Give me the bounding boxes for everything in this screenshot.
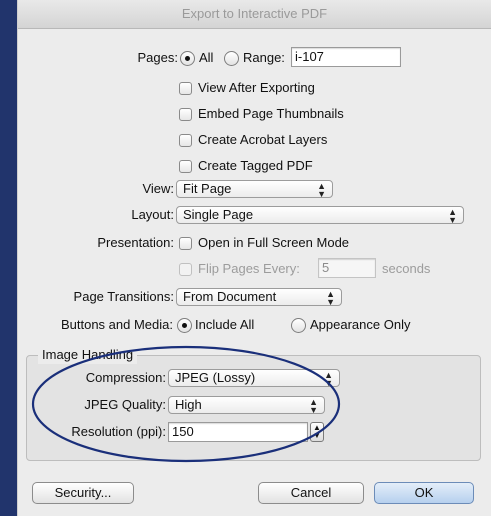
pages-range-radio[interactable] [224, 51, 239, 66]
security-button[interactable]: Security... [32, 482, 134, 504]
pages-all-radio[interactable] [180, 51, 195, 66]
image-handling-title: Image Handling [38, 346, 138, 364]
buttons-media-label: Buttons and Media: [60, 317, 173, 332]
updown-arrows-icon: ▲ ▼ [326, 289, 335, 307]
pages-range-input[interactable]: i-107 [291, 47, 401, 67]
create-tagged-pdf-label: Create Tagged PDF [198, 158, 313, 173]
layout-popup[interactable]: Single Page ▲ ▼ [176, 206, 464, 225]
view-label: View: [142, 181, 174, 196]
create-tagged-pdf-checkbox[interactable] [179, 160, 192, 173]
page-transitions-value: From Document [183, 289, 277, 304]
embed-page-thumbnails-label: Embed Page Thumbnails [198, 106, 344, 121]
compression-popup[interactable]: JPEG (Lossy) ▲ ▼ [168, 369, 340, 388]
include-all-label: Include All [195, 317, 255, 332]
compression-label: Compression: [85, 370, 166, 385]
dialog-title: Export to Interactive PDF [18, 0, 491, 29]
compression-value: JPEG (Lossy) [175, 370, 256, 385]
jpeg-quality-label: JPEG Quality: [84, 397, 166, 412]
stepper-arrows-icon: ▲ ▼ [313, 423, 321, 440]
updown-arrows-icon: ▲ ▼ [448, 207, 457, 225]
resolution-input[interactable]: 150 [168, 422, 308, 442]
updown-arrows-icon: ▲ ▼ [309, 397, 318, 415]
jpeg-quality-value: High [175, 397, 202, 412]
appearance-only-label: Appearance Only [310, 317, 411, 332]
updown-arrows-icon: ▲ ▼ [324, 370, 333, 388]
pages-range-label: Range: [243, 50, 285, 65]
presentation-label: Presentation: [97, 235, 174, 250]
cancel-button[interactable]: Cancel [258, 482, 364, 504]
layout-popup-value: Single Page [183, 207, 254, 222]
page-transitions-label: Page Transitions: [73, 289, 174, 304]
include-all-radio[interactable] [177, 318, 192, 333]
full-screen-mode-label: Open in Full Screen Mode [198, 235, 350, 250]
page-transitions-popup[interactable]: From Document ▲ ▼ [176, 288, 342, 307]
flip-pages-label: Flip Pages Every: [198, 261, 300, 276]
flip-pages-checkbox[interactable] [179, 263, 192, 276]
updown-arrows-icon: ▲ ▼ [317, 181, 326, 199]
jpeg-quality-popup[interactable]: High ▲ ▼ [168, 396, 325, 415]
pages-label: Pages: [137, 50, 178, 65]
view-popup[interactable]: Fit Page ▲ ▼ [176, 180, 333, 199]
flip-pages-seconds-input[interactable]: 5 [318, 258, 376, 278]
view-after-exporting-label: View After Exporting [198, 80, 315, 95]
pages-all-label: All [199, 50, 214, 65]
appearance-only-radio[interactable] [291, 318, 306, 333]
resolution-stepper[interactable]: ▲ ▼ [310, 422, 324, 442]
layout-label: Layout: [131, 207, 174, 222]
resolution-label: Resolution (ppi): [71, 424, 166, 439]
view-popup-value: Fit Page [183, 181, 232, 196]
ok-button[interactable]: OK [374, 482, 474, 504]
view-after-exporting-checkbox[interactable] [179, 82, 192, 95]
seconds-label: seconds [382, 261, 431, 276]
create-acrobat-layers-label: Create Acrobat Layers [198, 132, 328, 147]
create-acrobat-layers-checkbox[interactable] [179, 134, 192, 147]
embed-page-thumbnails-checkbox[interactable] [179, 108, 192, 121]
full-screen-mode-checkbox[interactable] [179, 237, 192, 250]
export-dialog: Export to Interactive PDF Pages: All Ran… [18, 0, 491, 516]
